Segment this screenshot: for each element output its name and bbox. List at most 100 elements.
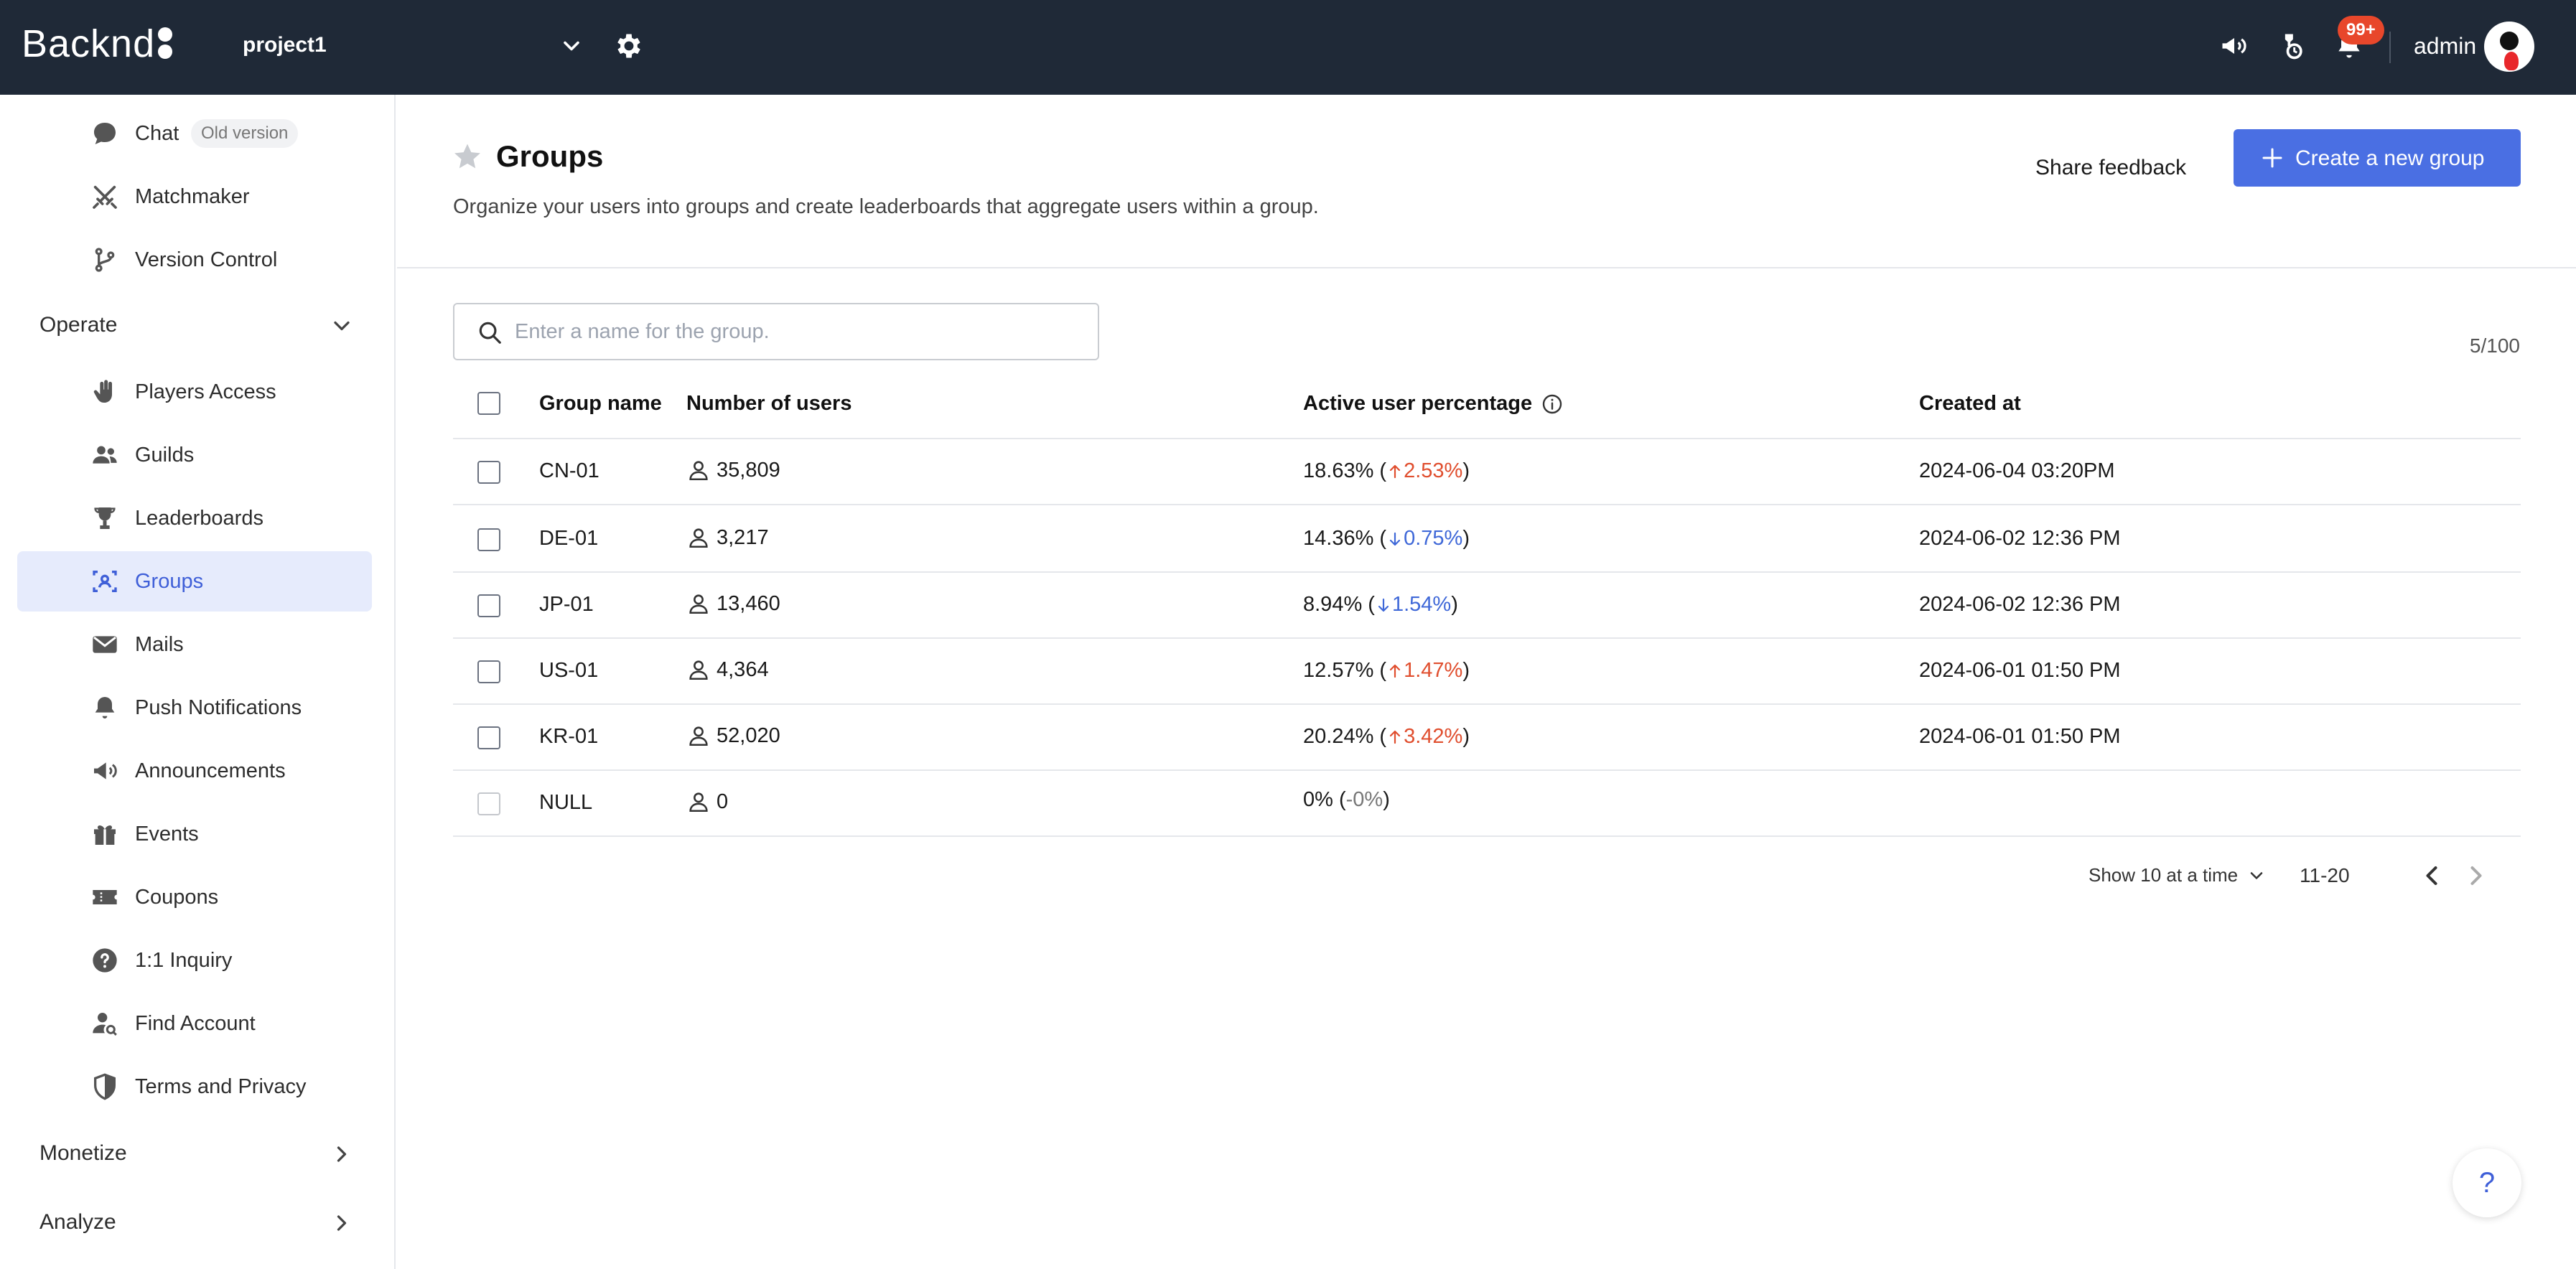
pct-change: -0% <box>1346 788 1383 812</box>
created-at-cell: 2024-06-01 01:50 PM <box>1919 725 2121 749</box>
table-row[interactable]: US-01 4,364 12.57% (1.47%) 2024-06-01 01:50… <box>453 639 2521 705</box>
group-name-cell: NULL <box>539 791 592 815</box>
sidebar-item-mails[interactable]: Mails <box>17 614 372 675</box>
arrow-up-icon <box>1389 464 1401 478</box>
row-checkbox[interactable] <box>477 792 500 815</box>
sidebar-item-chat[interactable]: Chat Old version <box>17 103 372 164</box>
sidebar: Chat Old version Matchmaker Version Cont… <box>0 95 396 1269</box>
sidebar-item-find-account[interactable]: Find Account <box>17 993 372 1054</box>
pct-change-value: -0% <box>1345 788 1383 811</box>
sidebar-item-leaderboards[interactable]: Leaderboards <box>17 488 372 548</box>
user-icon <box>689 726 708 746</box>
notification-badge: 99+ <box>2338 16 2384 45</box>
share-feedback-button[interactable]: Share feedback <box>2020 146 2202 189</box>
swords-icon <box>93 185 117 209</box>
table-row[interactable]: NULL 0 0% (-0%) <box>453 771 2521 837</box>
mail-icon <box>93 636 117 653</box>
chevron-down-icon <box>2250 871 2263 879</box>
arrow-down-icon <box>1378 598 1389 612</box>
sidebar-item-coupons[interactable]: Coupons <box>17 867 372 927</box>
sidebar-item-label: Mails <box>135 632 184 656</box>
row-checkbox[interactable] <box>477 660 500 683</box>
old-version-badge: Old version <box>191 119 299 148</box>
bell-icon <box>95 697 115 718</box>
sidebar-item-push-notifications[interactable]: Push Notifications <box>17 678 372 738</box>
section-monetize[interactable]: Monetize <box>0 1124 396 1184</box>
sidebar-item-label: Matchmaker <box>135 184 250 208</box>
sidebar-item-label: Push Notifications <box>135 696 302 719</box>
create-group-button[interactable]: Create a new group <box>2234 129 2521 187</box>
next-page-icon[interactable] <box>2460 860 2492 891</box>
sidebar-item-label: Terms and Privacy <box>135 1074 307 1098</box>
logo-text: Backnd <box>22 22 156 65</box>
project-selector[interactable]: project1 <box>243 33 327 57</box>
row-checkbox[interactable] <box>477 528 500 551</box>
chevron-down-icon[interactable] <box>559 33 584 59</box>
gift-icon <box>94 825 116 845</box>
table-row[interactable]: CN-01 35,809 18.63% (2.53%) 2024-06-04 03:2… <box>453 439 2521 505</box>
page-size-select[interactable]: Show 10 at a time <box>2089 864 2267 886</box>
user-icon <box>689 528 708 548</box>
sidebar-item-label: Leaderboards <box>135 506 263 530</box>
section-analyze[interactable]: Analyze <box>0 1193 396 1253</box>
logo[interactable]: Backnd <box>22 22 174 66</box>
column-created-at[interactable]: Created at <box>1919 392 2021 416</box>
sidebar-item-guilds[interactable]: Guilds <box>17 425 372 485</box>
row-checkbox[interactable] <box>477 461 500 484</box>
row-checkbox[interactable] <box>477 726 500 749</box>
username[interactable]: admin <box>2414 33 2476 60</box>
user-icon <box>689 461 708 481</box>
active-pct: 0% <box>1303 788 1333 811</box>
users-cell: 35,809 <box>686 458 780 482</box>
sidebar-item-matchmaker[interactable]: Matchmaker <box>17 167 372 227</box>
table-row[interactable]: JP-01 13,460 8.94% (1.54%) 2024-06-02 12:36… <box>453 573 2521 639</box>
info-icon[interactable] <box>1541 393 1564 416</box>
column-number-of-users[interactable]: Number of users <box>686 392 851 416</box>
search-input[interactable] <box>515 314 1075 349</box>
sidebar-item-announcements[interactable]: Announcements <box>17 741 372 801</box>
sidebar-item-events[interactable]: Events <box>17 804 372 864</box>
table-row[interactable]: DE-01 3,217 14.36% (0.75%) 2024-06-02 12:36… <box>453 507 2521 573</box>
group-name: KR-01 <box>539 725 599 748</box>
page-range: 11-20 <box>2300 864 2350 886</box>
page-size-label: Show 10 at a time <box>2089 864 2239 886</box>
sidebar-item-label: Find Account <box>135 1011 256 1035</box>
column-group-name[interactable]: Group name <box>539 392 662 416</box>
user-search-icon <box>93 1013 117 1036</box>
section-label: Operate <box>39 313 118 337</box>
user-count: 52,020 <box>717 724 780 747</box>
sidebar-item-version-control[interactable]: Version Control <box>17 230 372 290</box>
sidebar-item-inquiry[interactable]: 1:1 Inquiry <box>17 930 372 991</box>
created-at: 2024-06-01 01:50 PM <box>1919 725 2121 748</box>
gear-icon[interactable] <box>613 30 645 62</box>
star-icon[interactable] <box>452 141 483 172</box>
section-operate[interactable]: Operate <box>0 296 396 356</box>
pct-change-value: 2.53% <box>1404 459 1463 482</box>
megaphone-icon[interactable] <box>2218 30 2250 62</box>
support-icon[interactable] <box>2276 30 2307 62</box>
avatar[interactable] <box>2484 22 2534 72</box>
column-label: Active user percentage <box>1303 392 1533 415</box>
divider <box>2389 32 2391 63</box>
group-name-cell: KR-01 <box>539 725 598 749</box>
sidebar-item-terms-privacy[interactable]: Terms and Privacy <box>17 1057 372 1117</box>
select-all-checkbox[interactable] <box>477 392 500 415</box>
row-checkbox[interactable] <box>477 594 500 617</box>
user-count: 3,217 <box>717 525 769 549</box>
group-icon <box>93 571 117 592</box>
help-button[interactable]: ? <box>2453 1148 2521 1217</box>
chevron-down-icon <box>334 321 350 331</box>
column-active-user-percentage[interactable]: Active user percentage <box>1303 392 1564 416</box>
ticket-icon <box>93 890 117 904</box>
section-label: Analyze <box>39 1210 116 1234</box>
table-row[interactable]: KR-01 52,020 20.24% (3.42%) 2024-06-01 01:5… <box>453 705 2521 771</box>
sidebar-item-label: Chat <box>135 121 179 145</box>
group-name: NULL <box>539 791 593 814</box>
prev-page-icon[interactable] <box>2416 860 2447 891</box>
sidebar-item-groups[interactable]: Groups <box>17 551 372 612</box>
sidebar-item-players-access[interactable]: Players Access <box>17 362 372 422</box>
search-box[interactable] <box>453 303 1099 360</box>
sidebar-item-label: Coupons <box>135 885 219 909</box>
sidebar-item-label: Version Control <box>135 248 278 271</box>
user-icon <box>689 594 708 614</box>
